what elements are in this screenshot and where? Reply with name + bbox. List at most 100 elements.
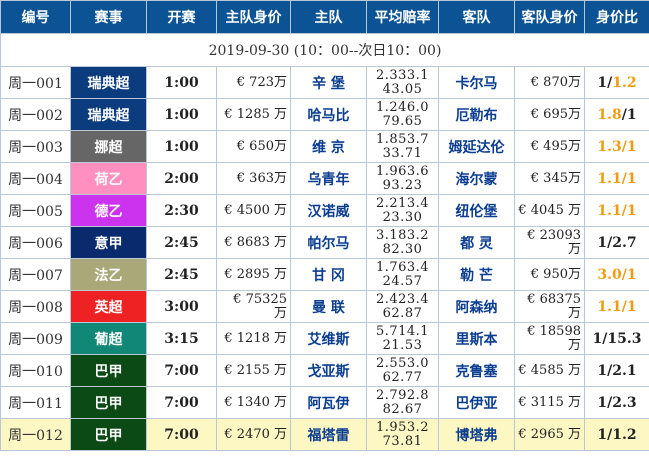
away-value: € 18598 万: [514, 322, 585, 355]
home-team-link[interactable]: 甘 冈: [290, 258, 367, 291]
match-id: 周一004: [0, 162, 71, 195]
away-value: € 68375 万: [514, 290, 585, 323]
away-value: € 4585 万: [514, 354, 585, 387]
home-value: € 2895 万: [216, 258, 291, 291]
match-id: 周一009: [0, 322, 71, 355]
ratio-left: 1/1.2: [597, 426, 637, 443]
average-odds: 1.246.0 79.65: [366, 98, 439, 131]
away-team-link[interactable]: 巴伊亚: [438, 386, 515, 419]
match-row: 周一012 巴甲 7:00 € 2470 万福塔雷 1.953.2 73.81 博塔弗 € …: [0, 418, 649, 451]
ratio-left: 1/2.1: [597, 362, 637, 379]
kickoff-time: 2:30: [146, 194, 217, 227]
value-ratio: 1/1.2: [584, 418, 649, 451]
home-team-link[interactable]: 帕尔马: [290, 226, 367, 259]
match-row: 周一011 巴甲 7:00 € 1340 万阿瓦伊 2.792.8 82.67 巴伊亚 € …: [0, 386, 649, 419]
league-badge[interactable]: 英超: [70, 290, 147, 323]
home-team-link[interactable]: 戈亚斯: [290, 354, 367, 387]
match-id: 周一002: [0, 98, 71, 131]
home-value: € 723万: [216, 66, 291, 99]
ratio-left: 1/2.3: [597, 394, 637, 411]
average-odds: 2.792.8 82.67: [366, 386, 439, 419]
league-badge[interactable]: 法乙: [70, 258, 147, 291]
match-id: 周一001: [0, 66, 71, 99]
kickoff-time: 7:00: [146, 386, 217, 419]
kickoff-time: 1:00: [146, 98, 217, 131]
match-row: 周一001 瑞典超 1:00 € 723万辛 堡 2.333.1 43.05 卡尔马 € 8…: [0, 66, 649, 99]
match-row: 周一008 英超 3:00 € 75325 万曼 联 2.423.4 62.87 阿森纳 €…: [0, 290, 649, 323]
header-away-value: 客队身价: [514, 0, 585, 34]
match-row: 周一010 巴甲 7:00 € 2155 万戈亚斯 2.553.0 62.77 克鲁塞 € …: [0, 354, 649, 387]
home-team-link[interactable]: 福塔雷: [290, 418, 367, 451]
away-team-link[interactable]: 海尔蒙: [438, 162, 515, 195]
home-team-link[interactable]: 维 京: [290, 130, 367, 163]
away-team-link[interactable]: 里斯本: [438, 322, 515, 355]
header-id: 编号: [0, 0, 71, 34]
home-team-link[interactable]: 哈马比: [290, 98, 367, 131]
header-ratio: 身价比: [584, 0, 649, 34]
home-value: € 363万: [216, 162, 291, 195]
league-badge[interactable]: 挪超: [70, 130, 147, 163]
value-ratio: 1/2.1: [584, 354, 649, 387]
ratio-right: 1.2: [612, 74, 637, 91]
header-kickoff: 开赛: [146, 0, 217, 34]
match-id: 周一003: [0, 130, 71, 163]
match-row: 周一006 意甲 2:45 € 8683 万帕尔马 3.183.2 82.30 都 灵 € …: [0, 226, 649, 259]
league-badge[interactable]: 巴甲: [70, 386, 147, 419]
match-row: 周一002 瑞典超 1:00 € 1285 万哈马比 1.246.0 79.65 厄勒布 €…: [0, 98, 649, 131]
date-row: 2019-09-30 (10：00--次日10：00): [0, 33, 649, 67]
home-team-link[interactable]: 汉诺威: [290, 194, 367, 227]
away-team-link[interactable]: 厄勒布: [438, 98, 515, 131]
kickoff-time: 7:00: [146, 354, 217, 387]
away-team-link[interactable]: 勒 芒: [438, 258, 515, 291]
home-value: € 2470 万: [216, 418, 291, 451]
away-value: € 23093 万: [514, 226, 585, 259]
away-team-link[interactable]: 博塔弗: [438, 418, 515, 451]
home-value: € 1285 万: [216, 98, 291, 131]
ratio-left: 1/15.3: [592, 330, 642, 347]
home-team-link[interactable]: 阿瓦伊: [290, 386, 367, 419]
value-ratio: 3.0/1: [584, 258, 649, 291]
away-value: € 695万: [514, 98, 585, 131]
away-team-link[interactable]: 卡尔马: [438, 66, 515, 99]
ratio-left: 1/2.7: [597, 234, 637, 251]
match-row: 周一005 德乙 2:30 € 4500 万汉诺威 2.213.4 23.30 纽伦堡 € …: [0, 194, 649, 227]
ratio-left: 3.0/1: [597, 266, 637, 283]
match-id: 周一010: [0, 354, 71, 387]
league-badge[interactable]: 意甲: [70, 226, 147, 259]
league-badge[interactable]: 巴甲: [70, 354, 147, 387]
league-badge[interactable]: 德乙: [70, 194, 147, 227]
value-ratio: 1.1/1: [584, 194, 649, 227]
header-league: 赛事: [70, 0, 147, 34]
away-team-link[interactable]: 克鲁塞: [438, 354, 515, 387]
ratio-left: 1.8: [597, 106, 622, 123]
ratio-left: 1/: [597, 74, 613, 91]
home-team-link[interactable]: 辛 堡: [290, 66, 367, 99]
kickoff-time: 3:00: [146, 290, 217, 323]
header-home: 主队: [290, 0, 367, 34]
matches-table: 编号 赛事 开赛 主队身价 主队 平均赔率 客队 客队身价 身价比 2019-0…: [0, 0, 649, 451]
home-value: € 4500 万: [216, 194, 291, 227]
league-badge[interactable]: 巴甲: [70, 418, 147, 451]
kickoff-time: 1:00: [146, 66, 217, 99]
average-odds: 2.333.1 43.05: [366, 66, 439, 99]
away-team-link[interactable]: 阿森纳: [438, 290, 515, 323]
away-team-link[interactable]: 纽伦堡: [438, 194, 515, 227]
value-ratio: 1.8/1: [584, 98, 649, 131]
away-value: € 3115 万: [514, 386, 585, 419]
league-badge[interactable]: 瑞典超: [70, 98, 147, 131]
away-team-link[interactable]: 都 灵: [438, 226, 515, 259]
league-badge[interactable]: 葡超: [70, 322, 147, 355]
home-team-link[interactable]: 艾维斯: [290, 322, 367, 355]
home-team-link[interactable]: 乌青年: [290, 162, 367, 195]
away-value: € 345万: [514, 162, 585, 195]
league-badge[interactable]: 瑞典超: [70, 66, 147, 99]
value-ratio: 1/2.3: [584, 386, 649, 419]
value-ratio: 1/15.3: [584, 322, 649, 355]
average-odds: 3.183.2 82.30: [366, 226, 439, 259]
away-team-link[interactable]: 姆延达伦: [438, 130, 515, 163]
away-value: € 2965 万: [514, 418, 585, 451]
kickoff-time: 3:15: [146, 322, 217, 355]
league-badge[interactable]: 荷乙: [70, 162, 147, 195]
home-team-link[interactable]: 曼 联: [290, 290, 367, 323]
match-id: 周一012: [0, 418, 71, 451]
